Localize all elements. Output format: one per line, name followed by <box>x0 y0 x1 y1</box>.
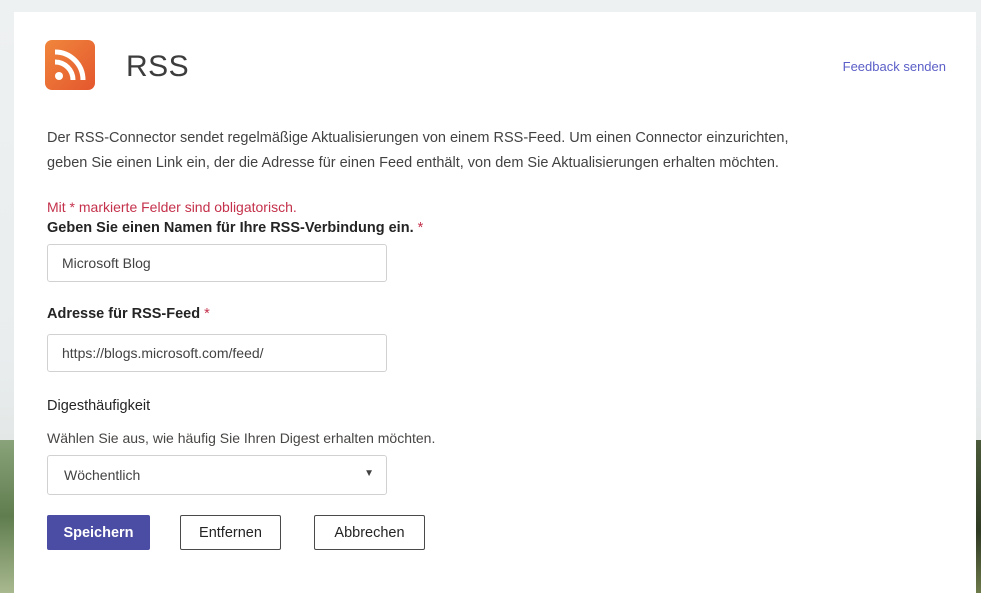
digest-selected-value: Wöchentlich <box>64 467 141 483</box>
description-line: geben Sie einen Link ein, der die Adress… <box>47 155 779 171</box>
description-line: Der RSS-Connector sendet regelmäßige Akt… <box>47 130 789 146</box>
feed-field-label: Adresse für RSS-Feed * <box>47 306 210 322</box>
feed-url-input[interactable] <box>47 334 387 372</box>
page-title: RSS <box>126 50 190 83</box>
save-button[interactable]: Speichern <box>47 515 150 550</box>
feedback-link[interactable]: Feedback senden <box>843 59 946 74</box>
name-label-text: Geben Sie einen Namen für Ihre RSS-Verbi… <box>47 220 414 236</box>
connection-name-input[interactable] <box>47 244 387 282</box>
remove-button[interactable]: Entfernen <box>180 515 281 550</box>
required-mark: * <box>204 306 210 322</box>
digest-label: Digesthäufigkeit <box>47 398 151 414</box>
required-mark: * <box>417 220 424 236</box>
description: Der RSS-Connector sendet regelmäßige Akt… <box>47 126 927 176</box>
rss-icon <box>45 40 95 90</box>
connector-dialog: RSS Feedback senden Der RSS-Connector se… <box>14 12 976 593</box>
required-fields-note: Mit * markierte Felder sind obligatorisc… <box>47 199 297 215</box>
digest-frequency-select[interactable]: Wöchentlich ▼ <box>47 455 387 495</box>
background-left-edge <box>0 440 14 593</box>
cancel-button[interactable]: Abbrechen <box>314 515 425 550</box>
name-field-label: Geben Sie einen Namen für Ihre RSS-Verbi… <box>47 220 423 236</box>
dialog-header: RSS Feedback senden <box>45 40 946 92</box>
feed-label-text: Adresse für RSS-Feed <box>47 306 201 322</box>
chevron-down-icon: ▼ <box>364 468 374 479</box>
digest-hint: Wählen Sie aus, wie häufig Sie Ihren Dig… <box>47 430 436 446</box>
